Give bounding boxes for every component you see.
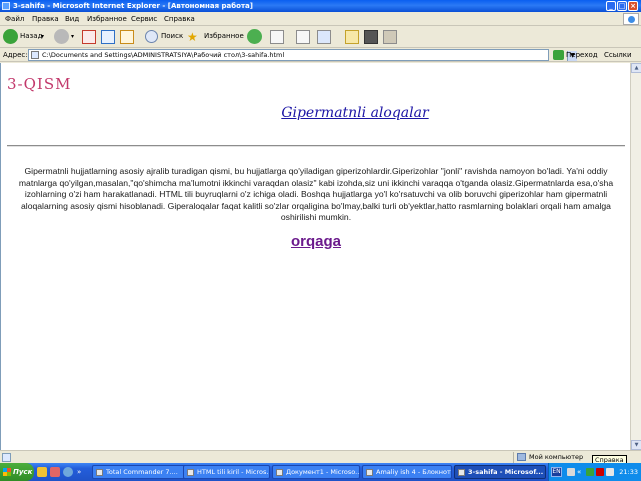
quicklaunch-expand-icon[interactable]: » bbox=[77, 464, 81, 480]
close-button[interactable]: × bbox=[628, 1, 638, 11]
address-label: Адрес: bbox=[3, 51, 28, 59]
task-label[interactable]: Документ1 - Microso... bbox=[286, 468, 359, 476]
discuss-icon[interactable] bbox=[345, 30, 359, 44]
tray-volume-icon[interactable] bbox=[606, 468, 614, 476]
task-label[interactable]: HTML tili kiril - Micros... bbox=[197, 468, 269, 476]
window-titlebar: 3-sahifa - Microsoft Internet Explorer -… bbox=[0, 0, 641, 12]
task-label[interactable]: Total Commander 7.... bbox=[106, 468, 178, 476]
start-label[interactable]: Пуск bbox=[13, 468, 32, 476]
task-label[interactable]: 3-sahifa - Microsof... bbox=[468, 468, 543, 476]
tray-app-icon[interactable] bbox=[567, 468, 575, 476]
zone-label: Мой компьютер bbox=[529, 453, 584, 461]
go-button[interactable]: Переход bbox=[566, 51, 598, 59]
menu-bar: Файл Правка Вид Избранное Сервис Справка bbox=[0, 12, 641, 26]
menu-favorites[interactable]: Избранное bbox=[87, 12, 127, 26]
edit-icon[interactable] bbox=[317, 30, 331, 44]
messenger-icon[interactable] bbox=[364, 30, 378, 44]
title-link[interactable]: Gipermatnli aloqalar bbox=[281, 105, 428, 121]
taskbar-item-total-commander[interactable]: Total Commander 7.... bbox=[92, 465, 187, 479]
research-icon[interactable] bbox=[383, 30, 397, 44]
forward-arrow-icon[interactable] bbox=[54, 29, 69, 44]
body-paragraph: Gipermatnli hujjatlarning asosiy ajralib… bbox=[18, 166, 614, 222]
back-button-label[interactable]: Назад bbox=[20, 32, 42, 40]
home-icon[interactable] bbox=[120, 30, 134, 44]
start-button[interactable]: Пуск bbox=[0, 463, 34, 481]
mail-icon[interactable] bbox=[270, 30, 284, 44]
favorites-button-label[interactable]: Избранное bbox=[204, 32, 244, 40]
tray-network-icon[interactable] bbox=[586, 468, 594, 476]
scroll-up-icon[interactable]: ▲ bbox=[631, 63, 641, 73]
search-button-label[interactable]: Поиск bbox=[161, 32, 183, 40]
quicklaunch-app-icon[interactable] bbox=[50, 467, 60, 477]
back-link[interactable]: orqaga bbox=[291, 233, 341, 250]
back-arrow-icon[interactable] bbox=[3, 29, 18, 44]
back-link-container: orqaga bbox=[1, 233, 631, 250]
windows-flag-icon bbox=[3, 468, 11, 476]
task-icon bbox=[187, 469, 194, 476]
address-input[interactable]: C:\Documents and Settings\ADMINISTRATSIY… bbox=[28, 49, 577, 61]
taskbar-item-document[interactable]: Документ1 - Microso... bbox=[272, 465, 360, 479]
menu-tools[interactable]: Сервис bbox=[131, 12, 157, 26]
taskbar: Пуск » Total Commander 7.... HTML tili k… bbox=[0, 463, 641, 481]
page-title: Gipermatnli aloqalar bbox=[1, 105, 631, 121]
ie-icon bbox=[2, 2, 10, 10]
refresh-icon[interactable] bbox=[101, 30, 115, 44]
maximize-button[interactable]: □ bbox=[617, 1, 627, 11]
taskbar-item-html-tili[interactable]: HTML tili kiril - Micros... bbox=[183, 465, 270, 479]
task-icon bbox=[276, 469, 283, 476]
horizontal-rule bbox=[7, 145, 625, 147]
window-title: 3-sahifa - Microsoft Internet Explorer -… bbox=[13, 2, 253, 10]
print-icon[interactable] bbox=[296, 30, 310, 44]
windows-logo-icon bbox=[623, 13, 639, 25]
system-tray: EN « 21:33 bbox=[548, 463, 641, 481]
search-icon[interactable] bbox=[145, 30, 158, 43]
address-bar: Адрес: C:\Documents and Settings\ADMINIS… bbox=[0, 48, 641, 62]
section-heading: 3-QISM bbox=[7, 75, 72, 93]
minimize-button[interactable]: _ bbox=[606, 1, 616, 11]
menu-file[interactable]: Файл bbox=[5, 12, 24, 26]
computer-icon bbox=[517, 453, 526, 461]
taskbar-item-notepad[interactable]: Amaliy ish 4 - Блокнот bbox=[362, 465, 452, 479]
taskbar-item-3-sahifa[interactable]: 3-sahifa - Microsof... bbox=[454, 465, 546, 479]
tray-antivirus-icon[interactable] bbox=[596, 468, 604, 476]
links-button[interactable]: Ссылки bbox=[604, 51, 632, 59]
task-icon bbox=[458, 469, 465, 476]
forward-dropdown-icon[interactable]: ▾ bbox=[71, 29, 74, 45]
back-dropdown-icon[interactable]: ▾ bbox=[41, 29, 44, 45]
page-viewport: 3-QISM Gipermatnli aloqalar Gipermatnli … bbox=[0, 63, 630, 450]
ie-quicklaunch-icon[interactable] bbox=[63, 467, 73, 477]
address-value[interactable]: C:\Documents and Settings\ADMINISTRATSIY… bbox=[42, 50, 284, 60]
tray-expand-icon[interactable]: « bbox=[577, 464, 581, 480]
media-icon[interactable] bbox=[247, 29, 262, 44]
task-icon bbox=[96, 469, 103, 476]
task-label[interactable]: Amaliy ish 4 - Блокнот bbox=[376, 468, 451, 476]
clock: 21:33 bbox=[619, 468, 638, 476]
scroll-down-icon[interactable]: ▼ bbox=[631, 440, 641, 450]
status-bar: Мой компьютер bbox=[0, 450, 641, 463]
language-indicator[interactable]: EN bbox=[551, 467, 562, 477]
folder-icon[interactable] bbox=[37, 467, 47, 477]
toolbar: Назад ▾ ▾ Поиск ★ Избранное bbox=[0, 27, 641, 48]
favorites-star-icon[interactable]: ★ bbox=[187, 29, 198, 45]
menu-help[interactable]: Справка bbox=[164, 12, 195, 26]
vertical-scrollbar[interactable]: ▲ ▼ bbox=[630, 63, 641, 450]
go-arrow-icon[interactable] bbox=[553, 50, 564, 60]
status-page-icon bbox=[2, 453, 11, 462]
stop-icon[interactable] bbox=[82, 30, 96, 44]
menu-edit[interactable]: Правка bbox=[32, 12, 59, 26]
menu-view[interactable]: Вид bbox=[65, 12, 79, 26]
task-icon bbox=[366, 469, 373, 476]
page-icon bbox=[31, 51, 39, 59]
